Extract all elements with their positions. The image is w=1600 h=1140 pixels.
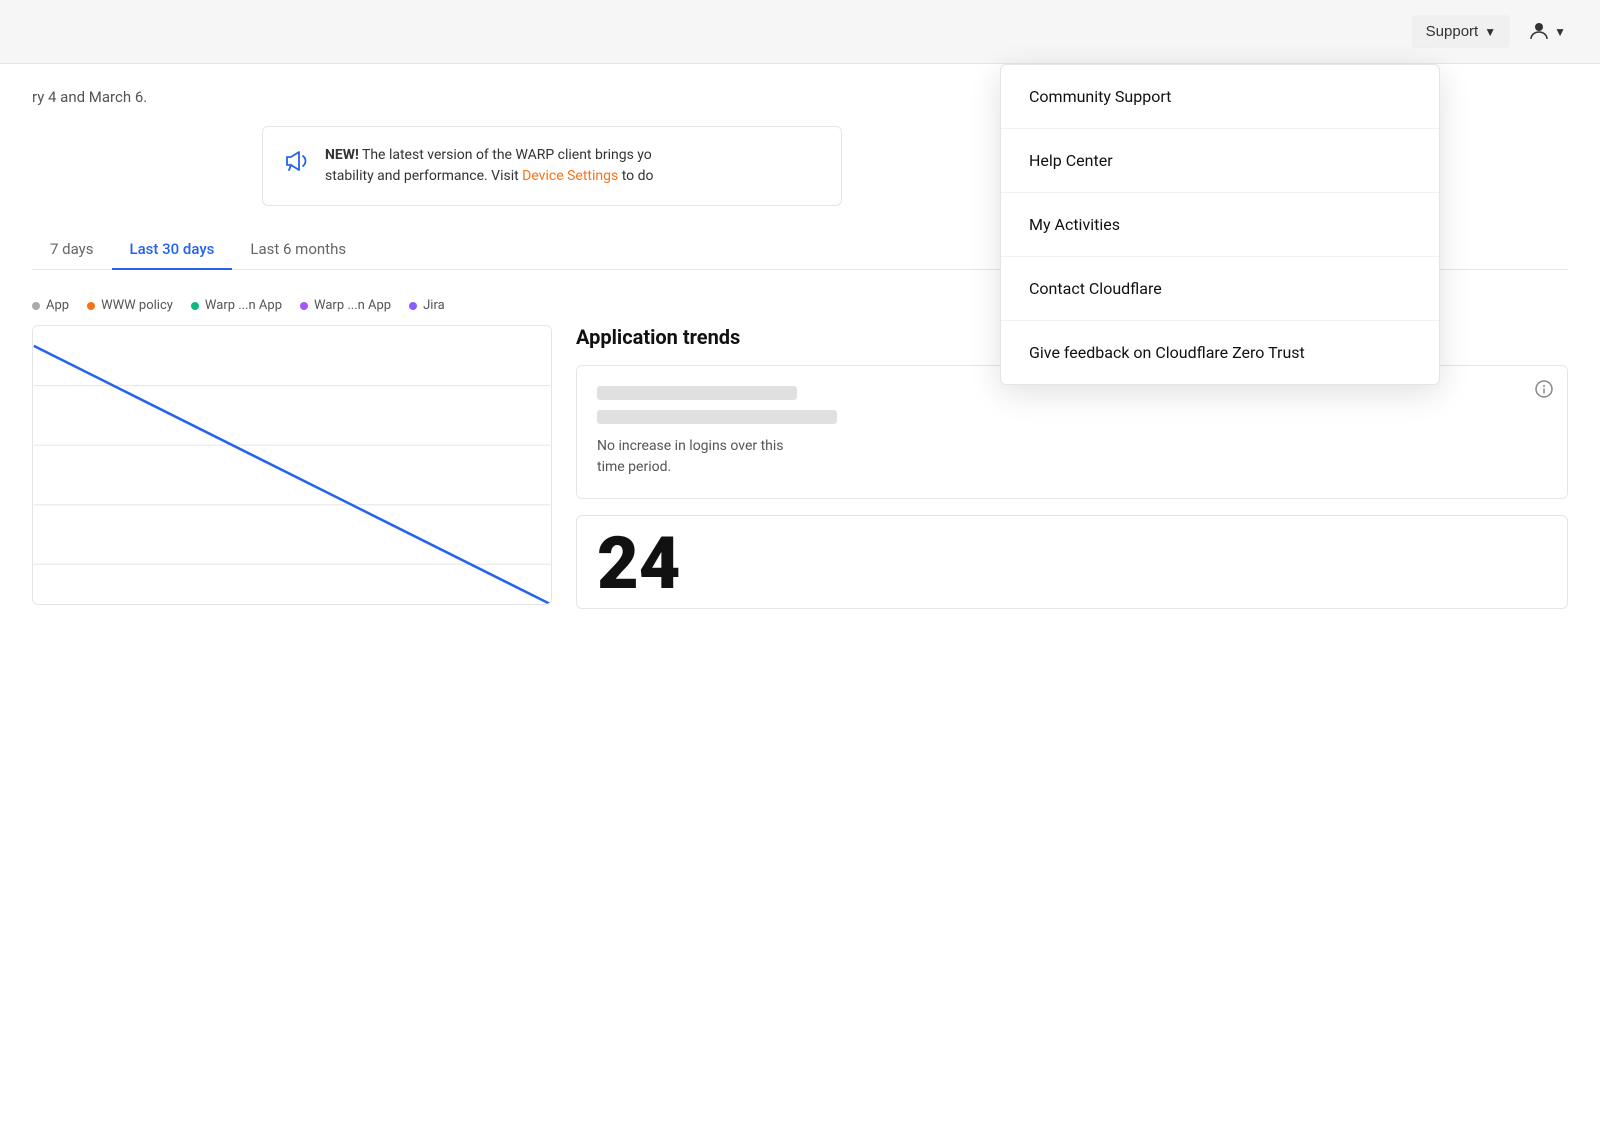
- user-icon: [1528, 19, 1550, 45]
- tab-30days[interactable]: Last 30 days: [112, 230, 233, 270]
- megaphone-icon: [283, 147, 311, 181]
- app-header: Support ▼ ▼: [0, 0, 1600, 64]
- support-button[interactable]: Support ▼: [1412, 15, 1510, 48]
- tab-6months[interactable]: Last 6 months: [232, 230, 364, 270]
- dropdown-item-help-center[interactable]: Help Center: [1001, 129, 1439, 193]
- legend-dot-app: [32, 302, 40, 310]
- dropdown-item-community-support[interactable]: Community Support: [1001, 65, 1439, 129]
- support-label: Support: [1426, 23, 1479, 40]
- legend-item-app: App: [32, 298, 69, 313]
- legend-label-www: WWW policy: [101, 298, 173, 313]
- dropdown-item-give-feedback[interactable]: Give feedback on Cloudflare Zero Trust: [1001, 321, 1439, 384]
- legend-item-warp1: Warp ...n App: [191, 298, 282, 313]
- support-chevron-icon: ▼: [1484, 25, 1496, 39]
- big-number-card: 24: [576, 515, 1568, 609]
- legend-dot-warp1: [191, 302, 199, 310]
- legend-dot-warp2: [300, 302, 308, 310]
- legend-item-warp2: Warp ...n App: [300, 298, 391, 313]
- notification-text2: stability and performance. Visit: [325, 168, 522, 184]
- notification-text1: The latest version of the WARP client br…: [359, 147, 652, 163]
- dropdown-item-contact-cloudflare[interactable]: Contact Cloudflare: [1001, 257, 1439, 321]
- user-menu-button[interactable]: ▼: [1518, 11, 1576, 53]
- notification-banner: NEW! The latest version of the WARP clie…: [262, 126, 842, 206]
- skeleton-bar-1: [597, 386, 797, 400]
- legend-dot-jira: [409, 302, 417, 310]
- big-number: 24: [597, 521, 680, 606]
- legend-item-jira: Jira: [409, 298, 445, 313]
- legend-label-app: App: [46, 298, 69, 313]
- legend-label-warp2: Warp ...n App: [314, 298, 391, 313]
- legend-item-www: WWW policy: [87, 298, 173, 313]
- user-chevron-icon: ▼: [1554, 25, 1566, 39]
- skeleton-bar-2: [597, 410, 837, 424]
- legend-label-warp1: Warp ...n App: [205, 298, 282, 313]
- notification-bold: NEW!: [325, 147, 359, 163]
- legend-label-jira: Jira: [423, 298, 445, 313]
- no-increase-card: No increase in logins over thistime peri…: [576, 365, 1568, 499]
- notification-text: NEW! The latest version of the WARP clie…: [325, 145, 653, 187]
- legend-dot-www: [87, 302, 95, 310]
- device-settings-link[interactable]: Device Settings: [522, 168, 618, 184]
- header-right: Support ▼ ▼: [1412, 11, 1576, 53]
- main-chart: [32, 325, 552, 605]
- dropdown-item-my-activities[interactable]: My Activities: [1001, 193, 1439, 257]
- notification-text3: to do: [618, 168, 653, 184]
- info-icon[interactable]: [1535, 380, 1553, 402]
- support-dropdown-menu: Community Support Help Center My Activit…: [1000, 64, 1440, 385]
- tab-7days[interactable]: 7 days: [32, 230, 112, 270]
- no-increase-text: No increase in logins over thistime peri…: [597, 436, 1547, 478]
